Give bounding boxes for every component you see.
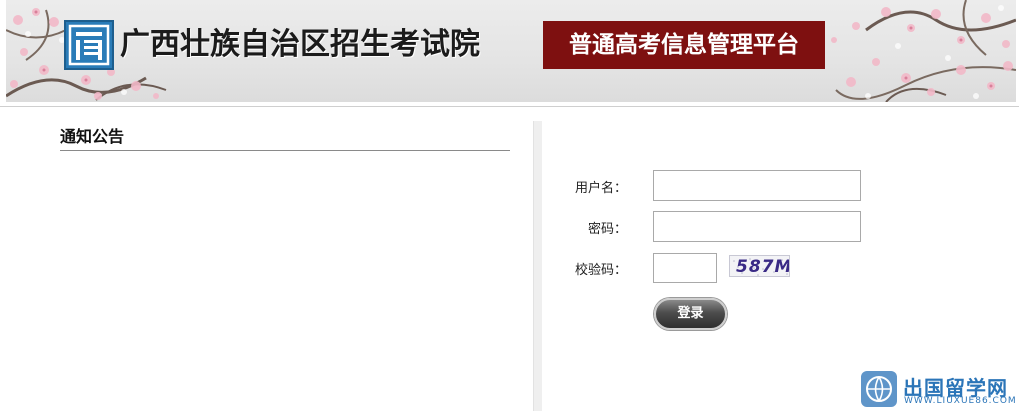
notice-section-title: 通知公告 [60,127,125,146]
globe-logo-icon [861,371,897,407]
password-input[interactable] [653,211,861,242]
platform-title: 普通高考信息管理平台 [543,21,825,69]
header-banner: 广西壮族自治区招生考试院 普通高考信息管理平台 [6,0,1016,102]
notice-title-rule [60,150,510,151]
username-input[interactable] [653,170,861,201]
login-button[interactable]: 登录 [654,298,727,330]
captcha-label: 校验码： [574,263,627,278]
org-title: 广西壮族自治区招生考试院 [120,27,480,62]
captcha-image[interactable]: 587M [729,255,790,277]
column-divider [533,121,542,411]
captcha-input[interactable] [653,253,717,283]
watermark-url: WWW.LIUXUE86.COM [904,396,1017,406]
exam-institute-logo-icon [64,20,114,70]
username-label: 用户名： [574,181,627,196]
password-label: 密码： [587,222,627,237]
captcha-text: 587M [736,257,790,277]
header-divider [0,106,1019,107]
